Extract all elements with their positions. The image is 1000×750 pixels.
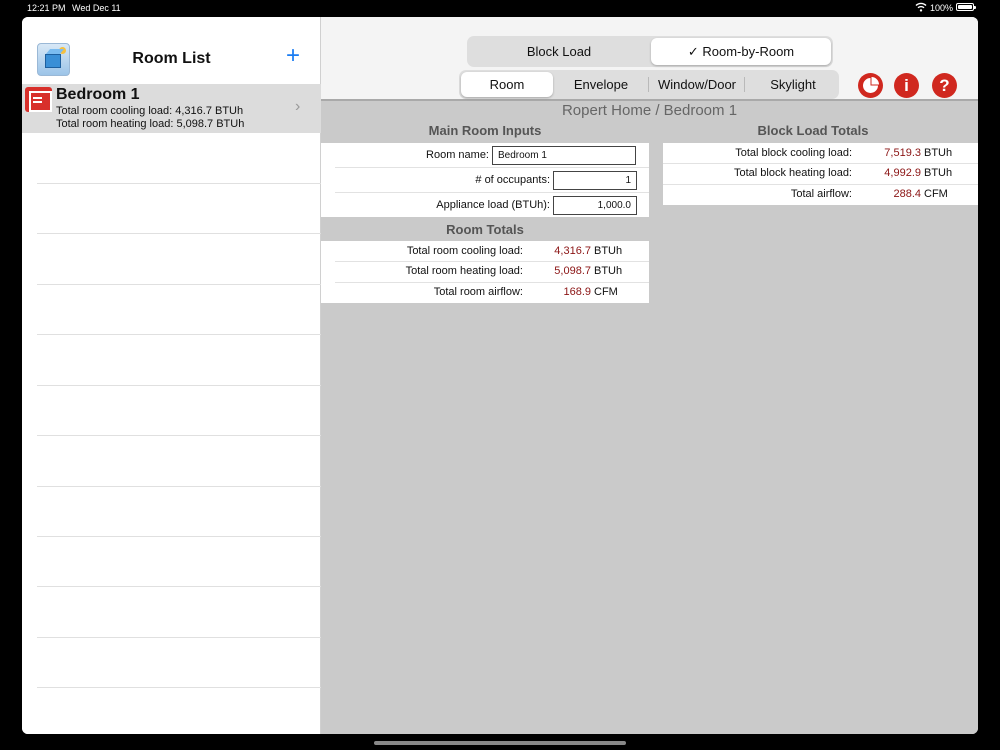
battery-icon — [956, 3, 976, 11]
app-screen: Room List + Bedroom 1 Total room cooling… — [22, 17, 978, 734]
chevron-right-icon: › — [295, 98, 301, 115]
room-totals-panel: Total room cooling load: 4,316.7 BTUh To… — [321, 241, 649, 303]
room-heating-label: Total room heating load: — [405, 265, 523, 277]
list-separator — [37, 334, 321, 335]
list-separator — [37, 486, 321, 487]
mode-segmented-control: Block Load ✓ Room-by-Room — [467, 36, 833, 67]
breadcrumb: Ropert Home / Bedroom 1 — [561, 102, 738, 119]
room-heating-value: 5,098.7 — [554, 265, 591, 277]
info-icon[interactable]: i — [894, 73, 919, 98]
occupants-label: # of occupants: — [475, 174, 550, 186]
help-icon[interactable]: ? — [932, 73, 957, 98]
block-load-totals-panel: Total block cooling load: 7,519.3 BTUh T… — [663, 143, 978, 205]
main-content: Block Load ✓ Room-by-Room Room Envelope … — [321, 17, 978, 734]
home-indicator[interactable] — [374, 741, 626, 745]
room-heating-row: Total room heating load: 5,098.7 BTUh — [321, 261, 649, 282]
tab-room[interactable]: Room — [461, 72, 553, 97]
room-airflow-row: Total room airflow: 168.9 CFM — [321, 282, 649, 303]
occupants-row: # of occupants: 1 — [321, 170, 649, 191]
block-heating-row: Total block heating load: 4,992.9 BTUh — [663, 163, 978, 184]
status-date: Wed Dec 11 — [72, 3, 121, 13]
room-airflow-label: Total room airflow: — [433, 286, 523, 298]
tab-block-load[interactable]: Block Load — [469, 38, 649, 65]
tab-skylight[interactable]: Skylight — [747, 72, 839, 97]
appliance-load-label: Appliance load (BTUh): — [436, 199, 550, 211]
block-heating-unit: BTUh — [924, 167, 953, 179]
main-room-inputs-panel: Room name: Bedroom 1 # of occupants: 1 A… — [321, 143, 649, 217]
room-name-row: Room name: Bedroom 1 — [321, 145, 649, 166]
block-cooling-label: Total block cooling load: — [735, 147, 852, 159]
main-room-inputs-heading: Main Room Inputs — [428, 123, 542, 138]
block-airflow-value: 288.4 — [893, 188, 921, 200]
row-separator — [335, 192, 649, 193]
sidebar-title: Room List — [132, 50, 211, 67]
room-item-heating: Total room heating load: 5,098.7 BTUh — [56, 118, 245, 130]
pie-chart-icon[interactable] — [858, 73, 883, 98]
block-cooling-row: Total block cooling load: 7,519.3 BTUh — [663, 143, 978, 164]
block-load-totals-heading: Block Load Totals — [757, 123, 869, 138]
segment-divider — [744, 77, 745, 92]
block-airflow-unit: CFM — [924, 188, 948, 200]
room-cooling-row: Total room cooling load: 4,316.7 BTUh — [321, 241, 649, 262]
occupants-field[interactable]: 1 — [553, 171, 637, 190]
tab-envelope[interactable]: Envelope — [555, 72, 647, 97]
list-separator — [37, 536, 321, 537]
battery-percent: 100% — [930, 3, 954, 13]
add-room-button[interactable]: + — [286, 44, 300, 68]
room-list-item[interactable]: Bedroom 1 Total room cooling load: 4,316… — [22, 84, 321, 133]
room-cooling-value: 4,316.7 — [554, 245, 591, 257]
status-bar: 12:21 PM Wed Dec 11 100% — [0, 0, 1000, 16]
appliance-load-field[interactable]: 1,000.0 — [553, 196, 637, 215]
room-name-label: Room name: — [426, 149, 489, 161]
room-item-name: Bedroom 1 — [56, 86, 140, 103]
room-name-field[interactable]: Bedroom 1 — [492, 146, 636, 165]
list-separator — [37, 284, 321, 285]
room-airflow-value: 168.9 — [563, 286, 591, 298]
room-icon — [25, 87, 52, 112]
room-cooling-unit: BTUh — [594, 245, 623, 257]
toolbar: Block Load ✓ Room-by-Room Room Envelope … — [321, 17, 978, 101]
list-separator — [37, 687, 321, 688]
wifi-icon — [915, 2, 927, 12]
block-cooling-value: 7,519.3 — [884, 147, 921, 159]
tab-room-by-room[interactable]: ✓ Room-by-Room — [651, 38, 831, 65]
row-separator — [335, 167, 649, 168]
block-cooling-unit: BTUh — [924, 147, 953, 159]
room-cooling-label: Total room cooling load: — [406, 245, 523, 257]
list-separator — [37, 183, 321, 184]
room-heating-unit: BTUh — [594, 265, 623, 277]
list-separator — [37, 385, 321, 386]
room-airflow-unit: CFM — [594, 286, 618, 298]
block-heating-label: Total block heating load: — [733, 167, 852, 179]
room-list-sidebar: Room List + Bedroom 1 Total room cooling… — [22, 17, 321, 734]
appliance-row: Appliance load (BTUh): 1,000.0 — [321, 195, 649, 216]
list-separator — [37, 637, 321, 638]
section-segmented-control: Room Envelope Window/Door Skylight — [459, 70, 839, 99]
block-heating-value: 4,992.9 — [884, 167, 921, 179]
tab-window-door[interactable]: Window/Door — [651, 72, 743, 97]
room-totals-heading: Room Totals — [446, 222, 524, 237]
plus-icon: + — [286, 42, 301, 69]
block-airflow-row: Total airflow: 288.4 CFM — [663, 184, 978, 205]
list-separator — [37, 435, 321, 436]
status-time: 12:21 PM — [27, 3, 66, 13]
segment-divider — [648, 77, 649, 92]
room-item-cooling: Total room cooling load: 4,316.7 BTUh — [56, 105, 244, 117]
list-separator — [37, 233, 321, 234]
list-separator — [37, 586, 321, 587]
block-airflow-label: Total airflow: — [790, 188, 852, 200]
